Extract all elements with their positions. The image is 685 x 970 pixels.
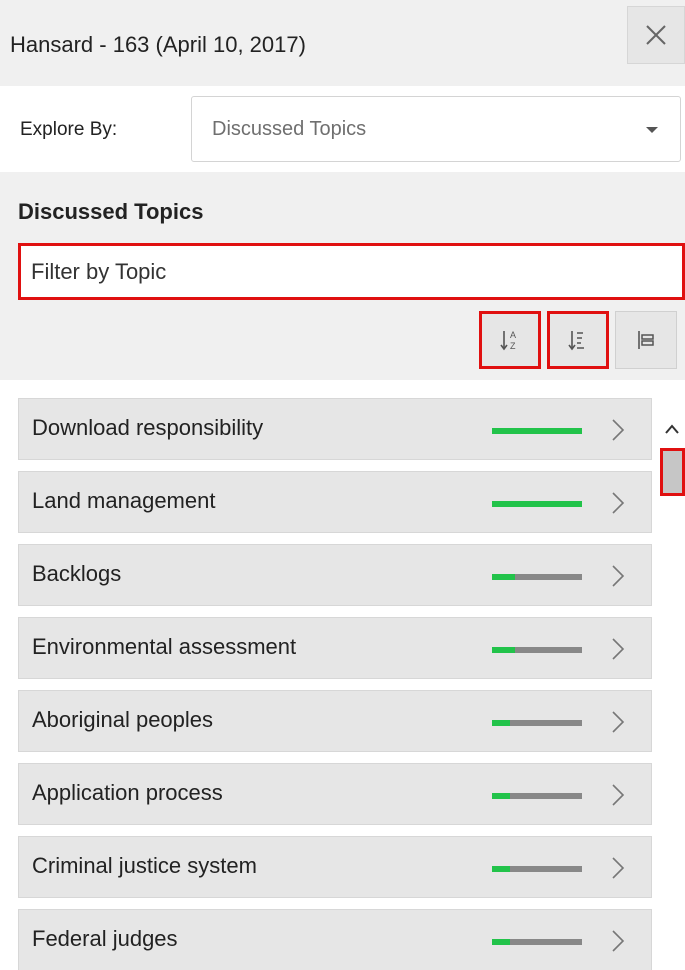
group-view-button[interactable]: [615, 311, 677, 369]
chevron-right-icon: [612, 565, 625, 587]
frequency-bar: [492, 939, 582, 945]
frequency-bar-fill: [492, 720, 510, 726]
frequency-bar: [492, 793, 582, 799]
section-title: Discussed Topics: [18, 199, 204, 224]
caret-down-icon: [646, 127, 658, 133]
sort-frequency-icon: [568, 331, 584, 351]
frequency-bar-fill: [492, 574, 515, 580]
topic-list[interactable]: Download responsibility Land management …: [0, 380, 685, 970]
frequency-bar: [492, 720, 582, 726]
close-button[interactable]: [627, 6, 685, 64]
topic-label: Land management: [32, 488, 216, 513]
sort-by-frequency-button[interactable]: [547, 311, 609, 369]
topic-label: Application process: [32, 780, 223, 805]
frequency-bar-fill: [492, 866, 510, 872]
topic-label: Download responsibility: [32, 415, 264, 440]
list-item[interactable]: Criminal justice system: [18, 836, 652, 898]
list-item[interactable]: Backlogs: [18, 544, 652, 606]
frequency-bar-fill: [492, 428, 582, 434]
explore-by-selected-value: Discussed Topics: [212, 118, 367, 140]
frequency-bar: [492, 866, 582, 872]
topic-label: Environmental assessment: [32, 634, 297, 659]
explore-by-row: Explore By: Discussed Topics: [0, 86, 685, 172]
list-item[interactable]: Download responsibility: [18, 398, 652, 460]
close-icon: [646, 25, 666, 45]
list-item[interactable]: Federal judges: [18, 909, 652, 970]
page-title: Hansard - 163 (April 10, 2017): [10, 32, 306, 57]
frequency-bar-fill: [492, 939, 510, 945]
sort-alpha-icon: A Z: [500, 330, 516, 351]
frequency-bar: [492, 501, 582, 507]
chevron-right-icon: [612, 492, 625, 514]
scroll-up-arrow-icon[interactable]: [665, 424, 679, 434]
filter-topic-input[interactable]: [18, 243, 685, 300]
list-item[interactable]: Aboriginal peoples: [18, 690, 652, 752]
chevron-right-icon: [612, 930, 625, 952]
chevron-right-icon: [612, 711, 625, 733]
grouping-icon: [638, 331, 654, 349]
explore-by-select[interactable]: Discussed Topics: [191, 96, 681, 162]
svg-text:A: A: [510, 330, 516, 340]
chevron-right-icon: [612, 784, 625, 806]
topic-label: Criminal justice system: [32, 853, 257, 878]
scrollbar-thumb[interactable]: [660, 448, 685, 496]
scrollbar[interactable]: [657, 380, 685, 970]
frequency-bar-fill: [492, 793, 510, 799]
frequency-bar-fill: [492, 501, 582, 507]
frequency-bar: [492, 574, 582, 580]
frequency-bar: [492, 647, 582, 653]
chevron-right-icon: [612, 857, 625, 879]
chevron-right-icon: [612, 419, 625, 441]
frequency-bar: [492, 428, 582, 434]
chevron-right-icon: [612, 638, 625, 660]
svg-text:Z: Z: [510, 341, 516, 351]
topic-label: Aboriginal peoples: [32, 707, 214, 732]
topic-label: Federal judges: [32, 926, 178, 951]
frequency-bar-fill: [492, 647, 515, 653]
list-item[interactable]: Application process: [18, 763, 652, 825]
list-item[interactable]: Environmental assessment: [18, 617, 652, 679]
panel-header: Hansard - 163 (April 10, 2017): [0, 0, 685, 86]
sort-alphabetical-button[interactable]: A Z: [479, 311, 541, 369]
list-item[interactable]: Land management: [18, 471, 652, 533]
explore-by-label: Explore By:: [20, 119, 118, 140]
topic-label: Backlogs: [32, 561, 122, 586]
